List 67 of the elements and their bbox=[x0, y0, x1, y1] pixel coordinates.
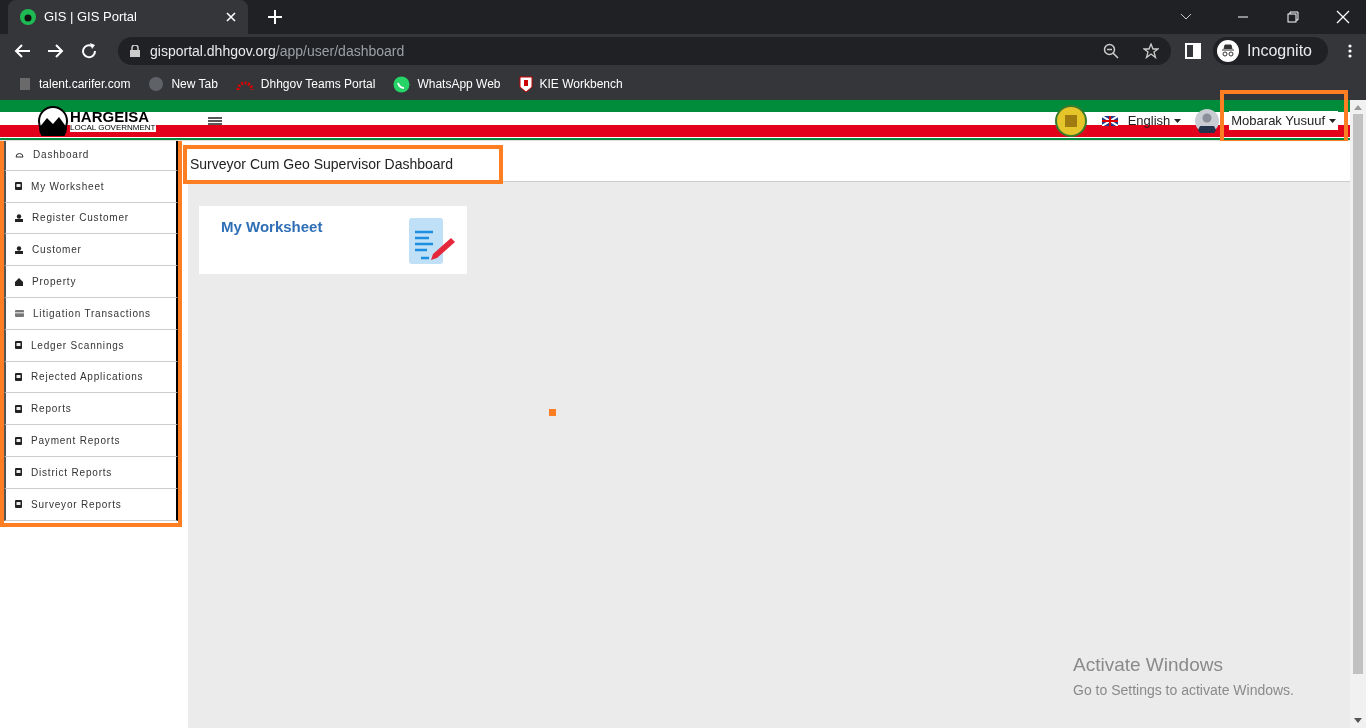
sidebar-item[interactable]: Litigation Transactions bbox=[4, 298, 178, 330]
profile-button[interactable]: Incognito bbox=[1213, 37, 1328, 65]
sidebar-item[interactable]: Reports bbox=[4, 393, 178, 426]
incognito-icon bbox=[1217, 40, 1240, 62]
flag-icon bbox=[1101, 115, 1118, 126]
menu-icon[interactable] bbox=[207, 115, 222, 126]
emblem-icon bbox=[1054, 104, 1087, 137]
restore-icon[interactable] bbox=[1286, 10, 1300, 24]
logo-subtitle: LOCAL GOVERNMENT bbox=[70, 124, 156, 132]
tile-title: My Worksheet bbox=[221, 217, 323, 237]
dashboard-tile[interactable]: My Worksheet bbox=[199, 206, 467, 274]
tab-title: GIS | GIS Portal bbox=[44, 8, 138, 27]
person-icon bbox=[15, 245, 23, 254]
caret-icon bbox=[1174, 118, 1182, 123]
logo-title: HARGEISA bbox=[70, 109, 151, 124]
scrollbar[interactable] bbox=[1350, 100, 1366, 728]
language-dropdown[interactable]: English bbox=[1127, 110, 1182, 131]
book-icon bbox=[15, 182, 22, 191]
document-pencil-icon bbox=[407, 216, 457, 266]
globe-icon bbox=[148, 76, 165, 92]
bookmark[interactable]: KIE Workbench bbox=[518, 75, 623, 93]
sidebar-item[interactable]: Dashboard bbox=[4, 139, 178, 171]
sidebar-item[interactable]: Rejected Applications bbox=[4, 361, 178, 394]
avatar-icon bbox=[1195, 108, 1220, 133]
globe-logo-icon bbox=[20, 9, 36, 25]
page-icon bbox=[18, 77, 32, 91]
house-icon bbox=[15, 277, 23, 286]
star-icon[interactable] bbox=[1143, 43, 1160, 59]
book-icon bbox=[15, 468, 22, 477]
bookmark[interactable]: WhatsApp Web bbox=[393, 75, 501, 93]
bookmark[interactable]: Dhhgov Teams Portal bbox=[235, 75, 376, 93]
side-panel-icon[interactable] bbox=[1185, 43, 1202, 59]
close-icon[interactable] bbox=[1336, 10, 1350, 24]
sidebar-item[interactable]: Ledger Scannings bbox=[4, 329, 178, 362]
sidebar-item[interactable]: District Reports bbox=[4, 456, 178, 489]
caret-icon bbox=[1329, 118, 1336, 123]
zoom-out-icon[interactable] bbox=[1103, 43, 1120, 59]
book-icon bbox=[15, 500, 22, 509]
activation-title: Activate Windows bbox=[1073, 653, 1224, 677]
bookmark[interactable]: New Tab bbox=[148, 75, 218, 93]
book-icon bbox=[15, 436, 22, 445]
logo-icon bbox=[518, 75, 533, 93]
browser-tab[interactable]: GIS | GIS Portal bbox=[8, 0, 248, 34]
gauge-icon bbox=[15, 150, 24, 158]
sidebar-item[interactable]: Payment Reports bbox=[4, 425, 178, 457]
new-tab-icon[interactable] bbox=[268, 10, 282, 24]
sidebar-item[interactable]: Customer bbox=[4, 234, 178, 267]
book-icon bbox=[15, 341, 22, 350]
sidebar-item[interactable]: Surveyor Reports bbox=[4, 488, 178, 521]
book-icon bbox=[15, 372, 22, 381]
sidebar-item[interactable]: Property bbox=[4, 266, 178, 298]
activation-text: Go to Settings to activate Windows. bbox=[1073, 680, 1294, 700]
bookmark[interactable]: talent.carifer.com bbox=[18, 75, 131, 93]
book-icon bbox=[15, 404, 22, 413]
sidebar-item[interactable]: Register Customer bbox=[4, 202, 178, 235]
user-dropdown[interactable]: Mobarak Yusuuf bbox=[1229, 110, 1338, 131]
page-title: Surveyor Cum Geo Supervisor Dashboard bbox=[183, 144, 503, 184]
url-text: gisportal.dhhgov.org/app/user/dashboard bbox=[150, 41, 406, 61]
mountain-logo-icon bbox=[36, 105, 70, 136]
chat-bubble-icon bbox=[393, 75, 411, 93]
chevron-down-icon[interactable] bbox=[1180, 13, 1192, 21]
lock-icon bbox=[130, 45, 140, 57]
address-bar[interactable]: gisportal.dhhgov.org/app/user/dashboard bbox=[118, 37, 1172, 65]
sidebar-item[interactable]: My Worksheet bbox=[4, 170, 178, 203]
close-icon[interactable] bbox=[226, 12, 236, 22]
card-icon bbox=[15, 309, 24, 317]
person-icon bbox=[15, 214, 23, 222]
